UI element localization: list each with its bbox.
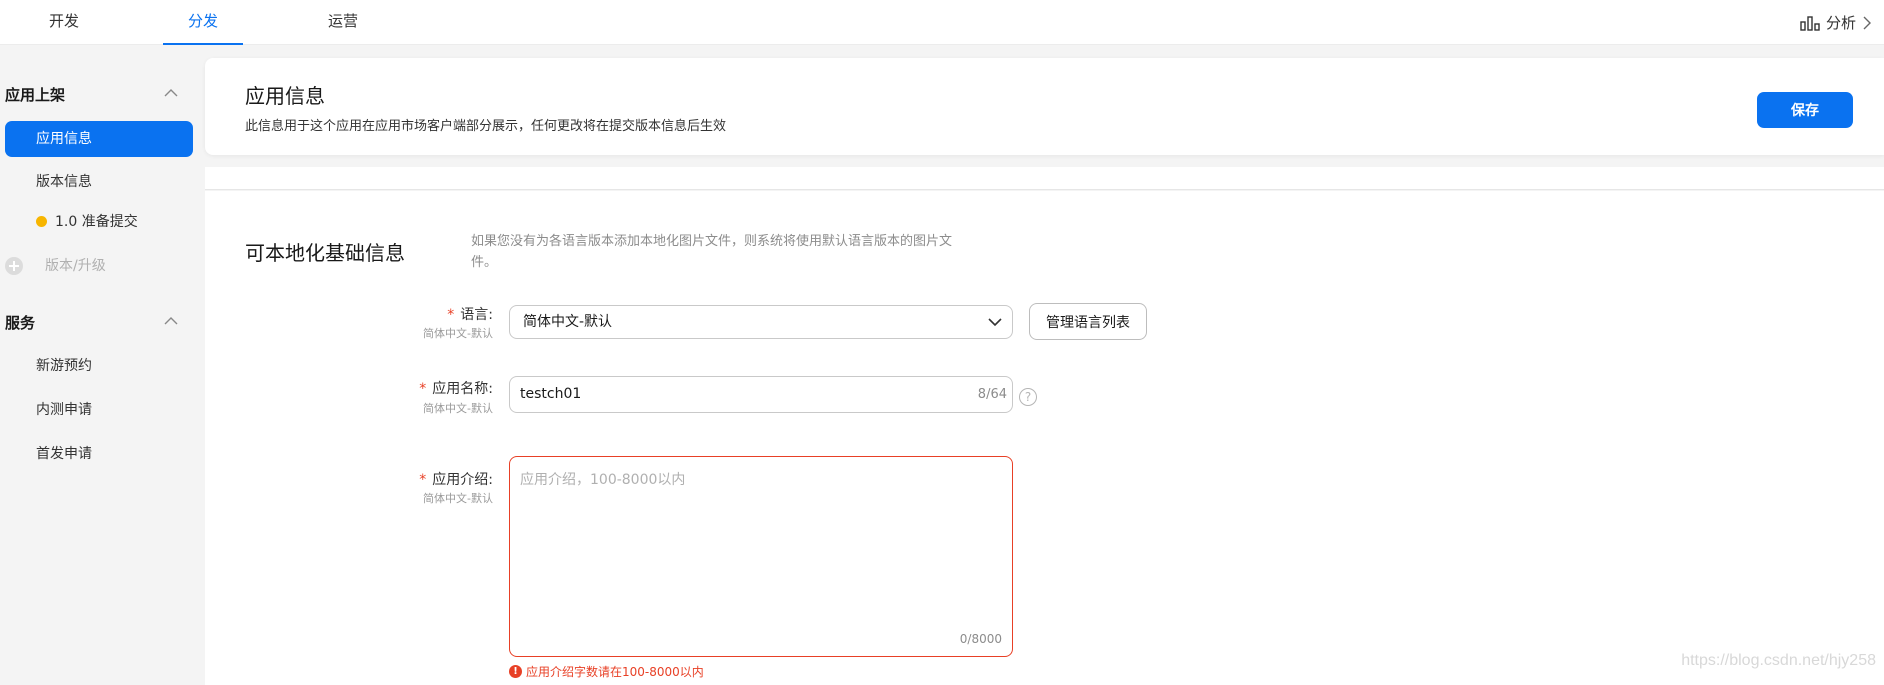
app-name-counter: 8/64 [977,387,1007,402]
app-name-value: testch01 [520,386,582,402]
section-divider [205,167,1884,190]
app-name-input[interactable]: testch01 8/64 [509,376,1013,413]
sidebar-item-launch-application[interactable]: 首发申请 [5,436,193,472]
chevron-down-icon [988,318,1002,327]
required-mark: * [419,472,427,488]
help-icon[interactable]: ? [1019,388,1037,406]
chevron-up-icon[interactable] [164,316,178,325]
page-description: 此信息用于这个应用在应用市场客户端部分展示，任何更改将在提交版本信息后生效 [245,119,727,134]
tab-distribute[interactable]: 分发 [163,0,243,45]
language-select[interactable]: 简体中文-默认 [509,305,1013,339]
language-label: * 语言: [447,307,493,323]
save-button[interactable]: 保存 [1757,92,1853,128]
tab-operate[interactable]: 运营 [310,0,376,45]
app-intro-error: ! 应用介绍字数请在100-8000以内 [509,663,704,680]
top-nav: 开发 分发 运营 分析 [0,0,1884,45]
required-mark: * [419,381,427,397]
section-title: 可本地化基础信息 [245,241,405,265]
app-intro-label: * 应用介绍: [419,472,493,488]
app-intro-sublabel: 简体中文-默认 [423,492,493,505]
manage-language-list-button[interactable]: 管理语言列表 [1029,303,1147,340]
version-upgrade-label: 版本/升级 [45,258,106,274]
tab-develop[interactable]: 开发 [33,0,95,45]
required-mark: * [447,307,455,323]
language-sublabel: 简体中文-默认 [423,327,493,340]
language-select-value: 简体中文-默认 [523,314,613,330]
sidebar-item-app-info[interactable]: 应用信息 [5,121,193,157]
sidebar-item-version-upgrade[interactable]: 版本/升级 [5,248,193,284]
app-intro-textarea[interactable]: 应用介绍，100-8000以内 0/8000 [509,456,1013,657]
sidebar-item-version-1-0[interactable]: 1.0 准备提交 [5,204,193,240]
app-intro-error-text: 应用介绍字数请在100-8000以内 [526,665,704,679]
sidebar-item-beta-application[interactable]: 内测申请 [5,392,193,428]
watermark: https://blog.csdn.net/hjy258 [1681,652,1876,669]
status-dot [36,216,47,227]
sidebar-item-game-reservation[interactable]: 新游预约 [5,348,193,384]
section-note: 如果您没有为各语言版本添加本地化图片文件，则系统将使用默认语言版本的图片文件。 [471,234,953,270]
analysis-label: 分析 [1825,14,1856,32]
app-name-label: * 应用名称: [419,381,493,397]
sidebar-group-services[interactable]: 服务 [5,312,35,333]
sidebar-item-version-info[interactable]: 版本信息 [5,164,193,200]
bar-chart-icon [1800,15,1820,31]
analysis-link[interactable]: 分析 [1800,12,1872,33]
app-name-sublabel: 简体中文-默认 [423,402,493,415]
version-status-label: 1.0 准备提交 [55,214,138,230]
chevron-right-icon [1863,16,1871,29]
sidebar-group-app-listing[interactable]: 应用上架 [5,84,65,105]
plus-circle-icon [5,257,23,275]
page-header: 应用信息 此信息用于这个应用在应用市场客户端部分展示，任何更改将在提交版本信息后… [205,58,1884,155]
chevron-up-icon[interactable] [164,88,178,97]
app-intro-counter: 0/8000 [959,632,1002,646]
error-icon: ! [509,665,522,678]
sidebar: 应用上架 应用信息 版本信息 1.0 准备提交 版本/升级 服务 新游预约 内测… [0,45,205,685]
main-content: 可本地化基础信息 如果您没有为各语言版本添加本地化图片文件，则系统将使用默认语言… [205,191,1884,685]
app-intro-placeholder: 应用介绍，100-8000以内 [520,472,686,488]
page-title: 应用信息 [245,84,325,108]
